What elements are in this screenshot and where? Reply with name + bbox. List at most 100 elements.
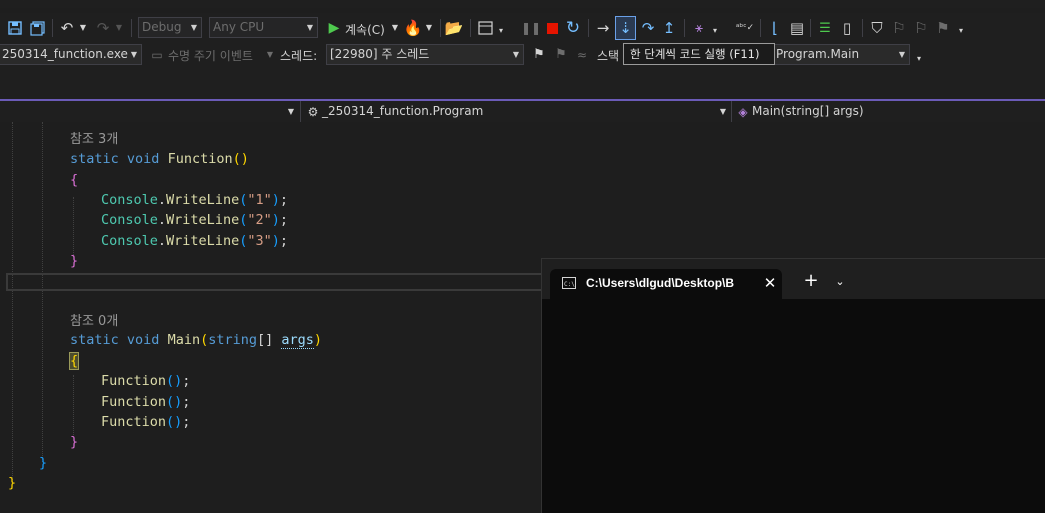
menu-partial-text: ~ ~ ~ [22,0,60,6]
continue-play-icon[interactable]: ▶ [326,18,342,38]
continue-button[interactable]: 계속(C) [345,21,385,38]
code-line: Console.WriteLine("2"); [101,212,289,228]
spell-check-icon[interactable]: ᵃᵇᶜ✓ [736,18,754,38]
prev-bookmark-icon[interactable]: ⚐ [890,18,908,38]
chevron-down-icon: ▼ [190,23,197,32]
separator [810,19,811,37]
reference-count[interactable]: 참조 0개 [70,312,118,332]
stack-frame-value: Program.Main [776,47,860,61]
stack-frame-combo[interactable]: Program.Main ▼ [773,44,910,65]
menu-bar: ~ ~ ~ [0,0,1045,8]
code-line: { [68,351,80,371]
separator [470,19,471,37]
step-over-icon[interactable]: ↷ [639,18,657,38]
indent-guide [73,375,74,435]
code-line: Function(); [101,414,191,430]
layout-icon[interactable] [476,18,494,38]
format-icon[interactable]: ⌊ [766,18,784,38]
terminal-tab[interactable]: C:\ C:\Users\dlgud\Desktop\B ✕ [550,269,782,299]
hot-reload-icon[interactable]: 🔥 [404,18,423,38]
redo-dropdown-icon[interactable]: ▼ [114,18,124,38]
lifecycle-events-label[interactable]: 수명 주기 이벤트 [168,47,253,64]
next-bookmark-icon[interactable]: ⚐ [912,18,930,38]
separator [588,19,589,37]
code-line: } [70,434,79,450]
diagnostics-dropdown-icon[interactable]: ▾ [710,21,720,41]
save-all-icon[interactable] [28,18,46,38]
thread-label: 스레드: [280,49,318,63]
code-line: Console.WriteLine("1"); [101,192,289,208]
editor-navigation-bar: ▼ ⚙ _250314_function.Program ▼ ◈ Main(st… [0,101,1045,123]
folder-icon[interactable]: 📂 [445,18,464,38]
undo-icon[interactable]: ↶ [58,18,76,38]
separator [760,19,761,37]
type-navigation[interactable]: _250314_function.Program [322,104,483,118]
code-line: Function(); [101,373,191,389]
chevron-down-icon: ▼ [512,50,519,59]
reference-count[interactable]: 참조 3개 [70,130,118,150]
current-line-highlight [6,273,541,291]
hot-reload-dropdown-icon[interactable]: ▼ [424,18,434,38]
thread-combo[interactable]: [22980] 주 스레드 ▼ [326,44,524,65]
layout-dropdown-icon[interactable]: ▾ [496,21,506,41]
process-value: 250314_function.exe [2,47,128,61]
show-next-statement-icon[interactable]: → [594,18,612,38]
type-dropdown-icon[interactable]: ▼ [718,101,728,122]
step-out-icon[interactable]: ↥ [660,18,678,38]
project-dropdown-icon[interactable]: ▼ [286,101,296,122]
chevron-down-icon[interactable]: ⌄ [832,271,848,291]
terminal-tab-bar: C:\ C:\Users\dlgud\Desktop\B ✕ + ⌄ [542,259,1045,299]
flag-thread-icon[interactable]: ⚑ [531,44,547,65]
debug-location-toolbar: 250314_function.exe ▼ ▭ 수명 주기 이벤트 ▼ 스레드:… [0,43,1045,68]
continue-dropdown-icon[interactable]: ▼ [390,18,400,38]
new-tab-icon[interactable]: + [802,271,820,291]
matched-brace: { [68,352,80,370]
lifecycle-events-icon: ▭ [151,47,163,62]
restart-icon[interactable]: ↻ [564,18,582,38]
save-icon[interactable] [6,18,24,38]
code-line: } [39,455,48,471]
thread-value: [22980] 주 스레드 [330,47,430,61]
diagnostics-icon[interactable]: ⚹ [690,18,708,38]
comment-icon[interactable]: ☰ [816,18,834,38]
code-line: static void Function() [70,151,249,167]
uncomment-icon[interactable]: ▯ [838,18,856,38]
separator [440,19,441,37]
indent-guide [73,197,74,257]
toolbar-overflow-icon[interactable]: ▾ [956,21,966,41]
flag-all-threads-icon[interactable]: ⚑ [553,44,569,65]
separator [684,19,685,37]
separator [731,101,732,122]
process-combo[interactable]: 250314_function.exe ▼ [0,44,142,65]
close-icon[interactable]: ✕ [762,274,778,292]
chevron-down-icon: ▼ [130,50,137,59]
show-threads-icon[interactable]: ≈ [574,44,590,65]
pause-icon[interactable]: ❚❚ [521,18,541,38]
platform-combo[interactable]: Any CPU ▼ [209,17,318,38]
svg-text:C:\: C:\ [564,281,575,288]
terminal-tab-title: C:\Users\dlgud\Desktop\B [586,276,735,290]
stop-icon[interactable] [544,18,560,38]
code-line: } [8,475,17,491]
member-navigation[interactable]: Main(string[] args) [752,104,864,118]
separator [131,19,132,37]
platform-value: Any CPU [213,20,265,34]
indent-guide [42,122,43,462]
separator [52,19,53,37]
stack-frame-label: 스택 [597,49,620,63]
code-line: Function(); [101,394,191,410]
document-outline-icon[interactable]: ▤ [788,18,806,38]
undo-dropdown-icon[interactable]: ▼ [78,18,88,38]
redo-icon[interactable]: ↷ [94,18,112,38]
terminal-window[interactable]: C:\ C:\Users\dlgud\Desktop\B ✕ + ⌄ [541,258,1045,513]
config-combo[interactable]: Debug ▼ [138,17,202,38]
lifecycle-dropdown-icon[interactable]: ▼ [265,44,275,65]
step-into-tooltip: 한 단계씩 코드 실행 (F11) [623,43,775,65]
step-into-button[interactable]: ⇣ [615,16,636,40]
bookmark-icon[interactable]: ⛉ [868,18,886,38]
toolbar-overflow-icon[interactable]: ▾ [914,48,924,69]
code-line: Console.WriteLine("3"); [101,233,289,249]
separator [862,19,863,37]
clear-bookmarks-icon[interactable]: ⚑ [934,18,952,38]
code-line: } [70,253,79,269]
